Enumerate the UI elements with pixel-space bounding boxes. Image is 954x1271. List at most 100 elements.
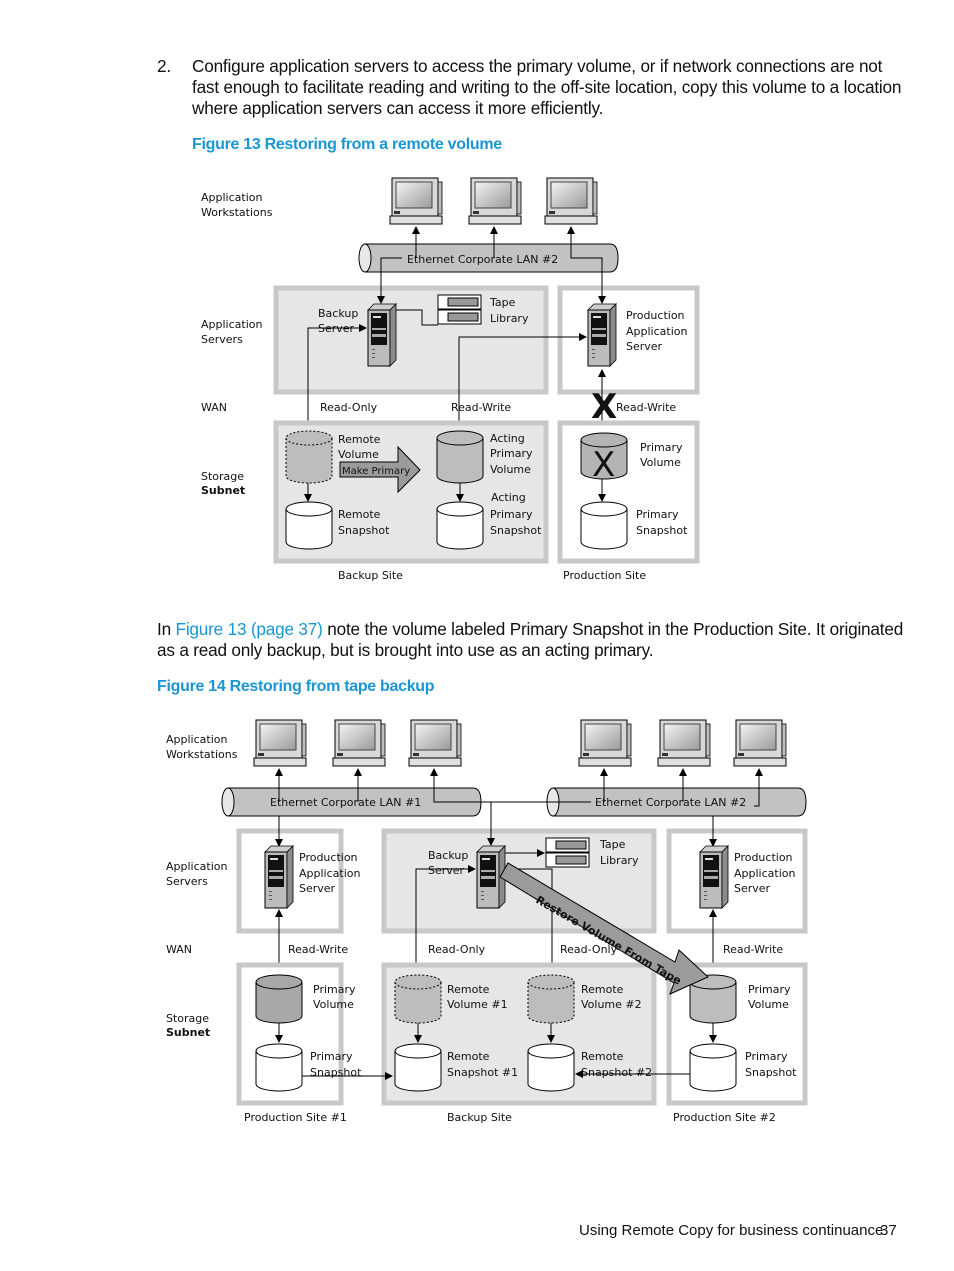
- remote-volume-2-label-2: Volume #2: [581, 998, 642, 1011]
- remote-snapshot-icon: [285, 501, 333, 550]
- lan-label: Ethernet Corporate LAN #2: [407, 253, 558, 266]
- label-servers: Application: [166, 860, 227, 873]
- figure-14-diagram: Application Workstations Application Ser…: [166, 719, 808, 1124]
- tape-library-label-2: Library: [490, 312, 529, 325]
- tape-library-icon: [545, 837, 590, 868]
- label-workstations: Application: [201, 191, 262, 204]
- backup-server-icon: [367, 303, 397, 367]
- step-text: Configure application servers to access …: [192, 56, 902, 118]
- acting-snapshot-label: Acting: [491, 491, 526, 504]
- figure-13-diagram: Application Workstations Application Ser…: [201, 177, 700, 582]
- site2-snapshot-label: Primary: [745, 1050, 788, 1063]
- label-workstations-2: Workstations: [201, 206, 273, 219]
- site2-server-label-2: Application: [734, 867, 795, 880]
- make-primary-label: Make Primary: [342, 466, 410, 477]
- acting-snapshot-label-3: Snapshot: [490, 524, 542, 537]
- label-workstations-2: Workstations: [166, 748, 238, 761]
- acting-volume-label: Acting: [490, 432, 525, 445]
- acting-volume-label-3: Volume: [490, 463, 531, 476]
- figure-13-caption: Figure 13 Restoring from a remote volume: [192, 136, 502, 153]
- tape-library-icon: [437, 294, 482, 325]
- primary-volume-label: Primary: [640, 441, 683, 454]
- site1-server-icon: [264, 845, 294, 909]
- remote-volume-1-label: Remote: [447, 983, 490, 996]
- label-subnet: Subnet: [201, 484, 245, 497]
- site2-server-label-3: Server: [734, 882, 771, 895]
- site2-volume-label: Primary: [748, 983, 791, 996]
- backup-site-label: Backup Site: [338, 569, 403, 582]
- label-servers-2: Servers: [201, 333, 243, 346]
- site1-primary-volume-icon: [255, 974, 303, 1024]
- label-storage: Storage: [201, 470, 244, 483]
- remote-snapshot-1-label-2: Snapshot #1: [447, 1066, 518, 1079]
- site1-server-label-2: Application: [299, 867, 360, 880]
- lan2-label: Ethernet Corporate LAN #2: [595, 796, 746, 809]
- workstation-icon: [468, 177, 522, 225]
- middle-paragraph-line1: note the volume labeled Primary Snapshot…: [322, 619, 904, 639]
- workstation-icon: [657, 719, 711, 767]
- site1-server-label: Production: [299, 851, 358, 864]
- workstation-icon: [253, 719, 307, 767]
- remote-volume-2-label: Remote: [581, 983, 624, 996]
- site1-snapshot-label-2: Snapshot: [310, 1066, 362, 1079]
- site2-snapshot-label-2: Snapshot: [745, 1066, 797, 1079]
- label-storage: Storage: [166, 1012, 209, 1025]
- production-server-label: Production: [626, 309, 685, 322]
- remote-volume-label: Remote: [338, 433, 381, 446]
- production-server-icon: [587, 303, 617, 367]
- acting-primary-volume-icon: [436, 430, 484, 484]
- site2-primary-snapshot-icon: [689, 1043, 737, 1092]
- read-only-label: Read-Only: [428, 943, 486, 956]
- production-server-label-3: Server: [626, 340, 663, 353]
- remote-snapshot-2-label-2: Snapshot #2: [581, 1066, 652, 1079]
- figure-14-caption: Figure 14 Restoring from tape backup: [157, 678, 435, 695]
- acting-volume-label-2: Primary: [490, 447, 533, 460]
- tape-library-label: Tape: [599, 838, 626, 851]
- site2-server-label: Production: [734, 851, 793, 864]
- label-subnet: Subnet: [166, 1026, 210, 1039]
- remote-snapshot-label-2: Snapshot: [338, 524, 390, 537]
- site1-snapshot-label: Primary: [310, 1050, 353, 1063]
- middle-paragraph-line2: as a read only backup, but is brought in…: [157, 640, 654, 660]
- label-servers-2: Servers: [166, 875, 208, 888]
- middle-paragraph-prefix: In: [157, 619, 176, 639]
- site2-servers-panel: [666, 828, 808, 934]
- workstation-icon: [332, 719, 386, 767]
- tape-library-label: Tape: [489, 296, 516, 309]
- workstation-icon: [389, 177, 443, 225]
- read-write-label: Read-Write: [288, 943, 348, 956]
- label-workstations: Application: [166, 733, 227, 746]
- site2-server-icon: [699, 845, 729, 909]
- remote-snapshot-2-icon: [527, 1043, 575, 1092]
- workstation-icon: [578, 719, 632, 767]
- primary-snapshot-label-2: Snapshot: [636, 524, 688, 537]
- workstation-icon: [733, 719, 787, 767]
- site1-volume-label: Primary: [313, 983, 356, 996]
- workstation-icon: [408, 719, 462, 767]
- footer-section-title: Using Remote Copy for business continuan…: [579, 1222, 884, 1239]
- volume-failure-x-icon: X: [592, 445, 615, 485]
- remote-snapshot-1-icon: [394, 1043, 442, 1092]
- read-only-label: Read-Only: [320, 401, 378, 414]
- read-write-label: Read-Write: [451, 401, 511, 414]
- production-site-label: Production Site: [563, 569, 646, 582]
- backup-server-label: Backup: [318, 307, 358, 320]
- remote-snapshot-label: Remote: [338, 508, 381, 521]
- primary-volume-label-2: Volume: [640, 456, 681, 469]
- tape-library-label-2: Library: [600, 854, 639, 867]
- site1-server-label-3: Server: [299, 882, 336, 895]
- middle-paragraph: In Figure 13 (page 37) note the volume l…: [157, 619, 907, 661]
- figure-13-link[interactable]: Figure 13 (page 37): [176, 619, 323, 639]
- backup-site-label: Backup Site: [447, 1111, 512, 1124]
- label-wan: WAN: [166, 943, 192, 956]
- site1-label: Production Site #1: [244, 1111, 347, 1124]
- site2-label: Production Site #2: [673, 1111, 776, 1124]
- acting-snapshot-label-2: Primary: [490, 508, 533, 521]
- site1-primary-snapshot-icon: [255, 1043, 303, 1092]
- label-wan: WAN: [201, 401, 227, 414]
- read-write-label-2: Read-Write: [616, 401, 676, 414]
- remote-volume-1-icon: [394, 974, 442, 1024]
- site2-volume-label-2: Volume: [748, 998, 789, 1011]
- production-server-label-2: Application: [626, 325, 687, 338]
- remote-volume-1-label-2: Volume #1: [447, 998, 508, 1011]
